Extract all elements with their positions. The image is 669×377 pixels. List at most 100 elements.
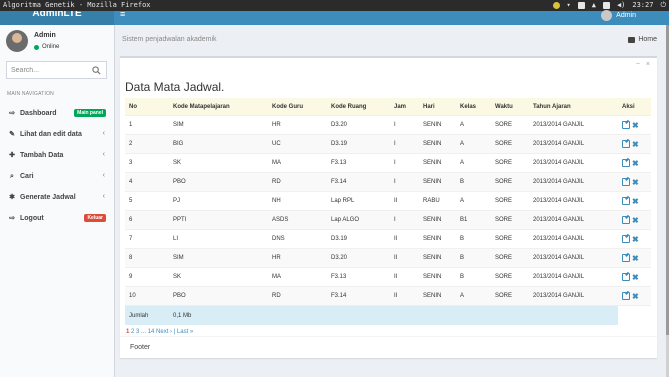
- table-cell: SORE: [491, 286, 529, 306]
- sidebar-item-logout[interactable]: ⇨ Logout Keluar: [0, 209, 114, 230]
- sidebar-item-dashboard[interactable]: ⇨ Dashboard Main panel: [0, 104, 114, 125]
- delete-icon[interactable]: ✖: [632, 141, 639, 149]
- breadcrumb-home[interactable]: Home: [638, 36, 657, 43]
- mail-icon[interactable]: [602, 2, 610, 9]
- search-input[interactable]: [11, 65, 91, 76]
- notification-icon[interactable]: ▲: [592, 0, 596, 11]
- edit-icon[interactable]: [622, 121, 630, 129]
- edit-icon[interactable]: [622, 178, 630, 186]
- actions-cell: ✖: [618, 191, 651, 211]
- power-icon[interactable]: ⏻: [660, 0, 666, 11]
- delete-icon[interactable]: ✖: [632, 198, 639, 206]
- gear-icon: ✱: [9, 194, 15, 201]
- table-cell: I: [390, 210, 419, 230]
- table-cell: 3: [125, 153, 169, 173]
- footer-text: Footer: [130, 344, 151, 351]
- update-icon[interactable]: [552, 2, 560, 9]
- summary-value: 0,1 Mb: [169, 305, 268, 325]
- sidebar-item-label: Dashboard: [20, 110, 57, 117]
- table-cell: 2013/2014 GANJIL: [529, 210, 618, 230]
- column-header: Jam: [390, 98, 419, 116]
- edit-icon[interactable]: [622, 197, 630, 205]
- edit-icon[interactable]: [622, 159, 630, 167]
- table-cell: HR: [268, 248, 327, 268]
- delete-icon[interactable]: ✖: [632, 236, 639, 244]
- sidebar-item-cari[interactable]: ⌕ Cari ‹: [0, 167, 114, 188]
- table-row: 9 SK MA F3.13 II SENIN B SORE 2013/2014 GANJIL ✖: [125, 267, 651, 287]
- table-cell: SIM: [169, 248, 268, 268]
- table-cell: D3.20: [327, 115, 390, 135]
- table-cell: B: [456, 267, 491, 287]
- search-icon[interactable]: [92, 66, 101, 75]
- edit-icon[interactable]: [622, 140, 630, 148]
- table-cell: 2: [125, 134, 169, 154]
- sidebar-item-tambah-data[interactable]: ✚ Tambah Data ‹: [0, 146, 114, 167]
- actions-cell: ✖: [618, 153, 651, 173]
- delete-icon[interactable]: ✖: [632, 274, 639, 282]
- table-cell: SORE: [491, 267, 529, 287]
- delete-icon[interactable]: ✖: [632, 293, 639, 301]
- table-row: 4 PBO RD F3.14 I SENIN B SORE 2013/2014 GANJIL ✖: [125, 172, 651, 192]
- page-current[interactable]: 1: [126, 329, 129, 335]
- edit-icon[interactable]: [622, 292, 630, 300]
- collapse-icon[interactable]: −: [636, 61, 640, 68]
- page-links[interactable]: 2 3 ... 14 Next › | Last »: [131, 329, 193, 335]
- chevron-left-icon: ‹: [102, 172, 105, 179]
- table-cell: SENIN: [419, 134, 456, 154]
- keluar-badge: Keluar: [84, 214, 106, 222]
- chevron-left-icon: ‹: [102, 130, 105, 137]
- table-cell: 4: [125, 172, 169, 192]
- breadcrumb[interactable]: Home: [628, 36, 657, 43]
- table-cell: B: [456, 172, 491, 192]
- user-menu-label: Admin: [616, 12, 636, 19]
- table-cell: A: [456, 153, 491, 173]
- delete-icon[interactable]: ✖: [632, 122, 639, 130]
- table-cell: SENIN: [419, 115, 456, 135]
- summary-label: Jumlah: [125, 305, 169, 325]
- table-cell: I: [390, 172, 419, 192]
- delete-icon[interactable]: ✖: [632, 160, 639, 168]
- edit-icon[interactable]: [622, 273, 630, 281]
- table-cell: SK: [169, 267, 268, 287]
- close-icon[interactable]: ×: [646, 61, 650, 68]
- actions-cell: ✖: [618, 267, 651, 287]
- sidebar-item-label: Logout: [20, 215, 44, 222]
- edit-icon[interactable]: [622, 235, 630, 243]
- table-cell: B: [456, 248, 491, 268]
- table-cell: SORE: [491, 248, 529, 268]
- delete-icon[interactable]: ✖: [632, 217, 639, 225]
- table-cell: PJ: [169, 191, 268, 211]
- table-cell: 1: [125, 115, 169, 135]
- online-status-icon: [34, 44, 39, 50]
- table-cell: D3.20: [327, 248, 390, 268]
- table-cell: SENIN: [419, 248, 456, 268]
- actions-cell: ✖: [618, 134, 651, 154]
- sidebar-toggle-button[interactable]: ≡: [120, 10, 125, 19]
- column-header: Kode Matapelajaran: [169, 98, 268, 116]
- logout-icon: ⇨: [9, 215, 15, 222]
- actions-cell: ✖: [618, 172, 651, 192]
- table-cell: SORE: [491, 153, 529, 173]
- delete-icon[interactable]: ✖: [632, 179, 639, 187]
- user-menu[interactable]: Admin: [601, 10, 636, 21]
- keyboard-layout-icon[interactable]: [577, 2, 585, 9]
- user-panel: Admin Online: [6, 30, 110, 56]
- wifi-icon[interactable]: ▾: [567, 0, 571, 11]
- table-cell: 2013/2014 GANJIL: [529, 248, 618, 268]
- table-cell: II: [390, 229, 419, 249]
- sidebar-item-generate-jadwal[interactable]: ✱ Generate Jadwal ‹: [0, 188, 114, 209]
- column-header: Tahun Ajaran: [529, 98, 618, 116]
- table-cell: A: [456, 286, 491, 306]
- table-cell: F3.13: [327, 153, 390, 173]
- edit-icon[interactable]: [622, 216, 630, 224]
- sidebar-item-label: Tambah Data: [20, 152, 64, 159]
- table-cell: D3.19: [327, 229, 390, 249]
- app-logo[interactable]: AdminLTE: [0, 11, 114, 25]
- table-cell: F3.13: [327, 267, 390, 287]
- plus-icon: ✚: [9, 152, 15, 159]
- delete-icon[interactable]: ✖: [632, 255, 639, 263]
- table-row: 1 SIM HR D3.20 I SENIN A SORE 2013/2014 GANJIL ✖: [125, 115, 651, 135]
- sidebar-item-lihat-edit[interactable]: ✎ Lihat dan edit data ‹: [0, 125, 114, 146]
- table-cell: 2013/2014 GANJIL: [529, 267, 618, 287]
- edit-icon[interactable]: [622, 254, 630, 262]
